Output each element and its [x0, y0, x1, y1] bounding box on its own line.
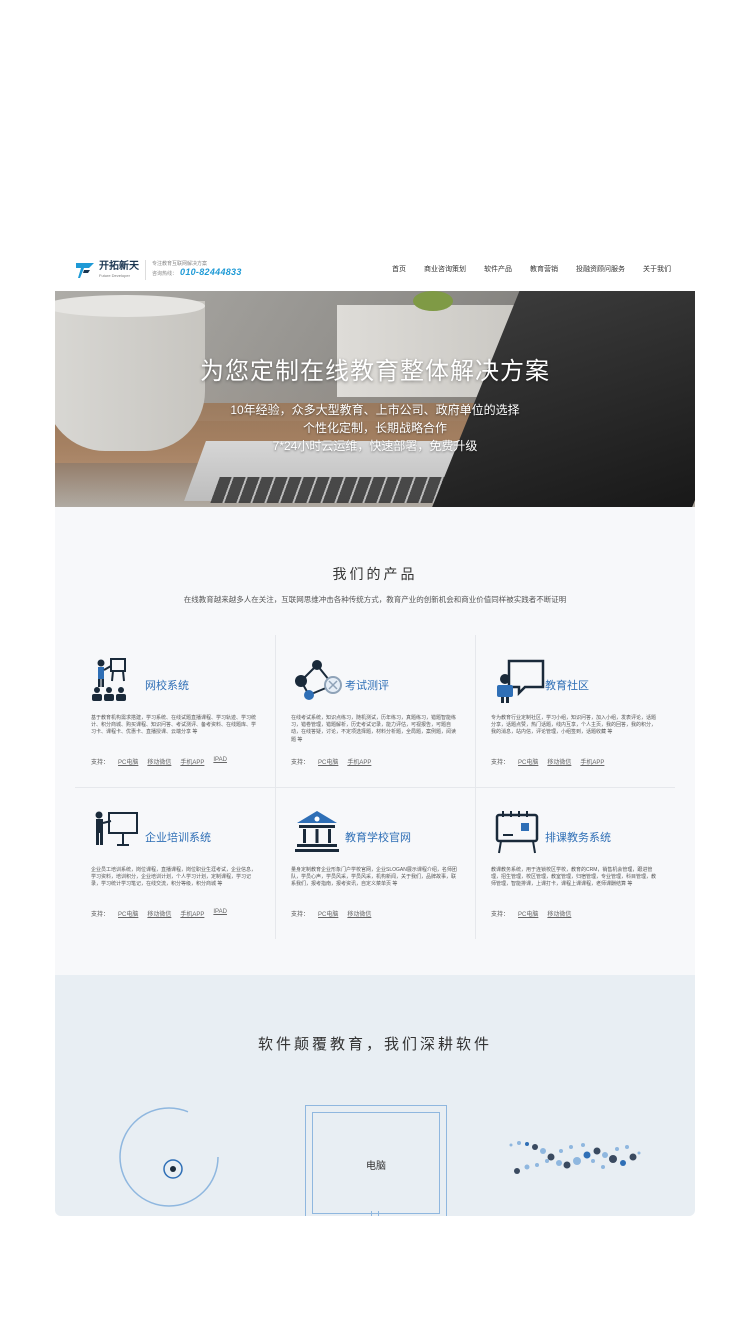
product-support: 支持： PC电脑 移动微信 手机APP — [491, 757, 604, 766]
teacher-chat-icon — [491, 657, 547, 705]
products-title: 我们的产品 — [332, 566, 418, 582]
monitor-graphic: 电脑 — [305, 1105, 447, 1216]
platform-link[interactable]: 移动微信 — [347, 909, 371, 918]
product-desc: 专为教育行业定制社区，学习小组，知识问答，加入小组，发表评论，话题分享，话题点赞… — [491, 715, 657, 736]
product-desc: 基于教育机构需求搭建，学习系统、在线试题直播课程、学习轨迹、学习统计、积分商城、… — [91, 715, 257, 736]
product-support: 支持： PC电脑 移动微信 手机APP IPAD — [91, 757, 227, 766]
hero-line: 7*24小时云运维，快速部署，免费升级 — [272, 439, 478, 453]
product-card-online-school[interactable]: 网校系统 基于教育机构需求搭建，学习系统、在线试题直播课程、学习轨迹、学习统计、… — [75, 635, 275, 787]
support-label: 支持： — [491, 912, 510, 918]
hero-line: 个性化定制，长期战略合作 — [302, 421, 447, 435]
logo[interactable]: 开拓新天 Future Developer 专注教育互联网解决方案 咨询热线： … — [75, 256, 242, 284]
platform-link[interactable]: 手机APP — [580, 757, 604, 766]
nav-item-consulting[interactable]: 商业咨询策划 — [424, 264, 466, 274]
classroom-icon — [91, 657, 147, 705]
site-header: 开拓新天 Future Developer 专注教育互联网解决方案 咨询热线： … — [55, 250, 695, 291]
products-subtitle: 在线教育越来越多人在关注，互联网思维冲击各种传统方式，教育产业的创新机会和商业价… — [183, 595, 567, 604]
hero-plant-image — [413, 291, 453, 311]
dna-helix-graphic-icon — [507, 1135, 647, 1179]
product-desc: 企业员工培训系统，岗位课程，直播课程，岗位职业生涯考试，企业信息，学习资料，培训… — [91, 867, 257, 888]
network-icon — [291, 657, 347, 705]
platform-link[interactable]: IPAD — [213, 909, 227, 918]
product-name[interactable]: 网校系统 — [145, 677, 189, 693]
platform-link[interactable]: 手机APP — [347, 757, 371, 766]
presenter-icon — [91, 809, 147, 857]
platform-link[interactable]: PC电脑 — [518, 757, 538, 766]
nav-item-marketing[interactable]: 教育营销 — [530, 264, 558, 274]
products-grid: 网校系统 基于教育机构需求搭建，学习系统、在线试题直播课程、学习轨迹、学习统计、… — [75, 635, 675, 939]
products-section: 我们的产品 在线教育越来越多人在关注，互联网思维冲击各种传统方式，教育产业的创新… — [55, 507, 695, 975]
schedule-board-icon — [491, 809, 547, 857]
platform-link[interactable]: 移动微信 — [147, 757, 171, 766]
product-name[interactable]: 排课教务系统 — [545, 829, 611, 845]
product-support: 支持： PC电脑 移动微信 手机APP IPAD — [91, 909, 227, 918]
product-desc: 在线考试系统，知识点练习，随机测试，历年练习，真题练习，错题智能练习，错卷管理，… — [291, 715, 457, 743]
platform-link[interactable]: PC电脑 — [118, 757, 138, 766]
product-name[interactable]: 企业培训系统 — [145, 829, 211, 845]
platform-link[interactable]: 移动微信 — [547, 909, 571, 918]
support-label: 支持： — [91, 760, 110, 766]
nav-item-software[interactable]: 软件产品 — [484, 264, 512, 274]
platform-link[interactable]: 移动微信 — [147, 909, 171, 918]
platform-link[interactable]: PC电脑 — [518, 909, 538, 918]
platform-link[interactable]: 手机APP — [180, 909, 204, 918]
platform-link[interactable]: PC电脑 — [318, 909, 338, 918]
monitor-label: 电脑 — [366, 1161, 386, 1172]
platform-link[interactable]: PC电脑 — [318, 757, 338, 766]
logo-name: 开拓新天 — [99, 261, 139, 272]
school-icon — [291, 809, 347, 857]
hero-title: 为您定制在线教育整体解决方案 — [200, 358, 550, 385]
software-section: 软件颠覆教育，我们深耕软件 电脑 — [55, 975, 695, 1216]
product-support: 支持： PC电脑 移动微信 — [491, 909, 571, 918]
main-nav: 首页 商业咨询策划 软件产品 教育营销 投融资顾问服务 关于我们 — [392, 264, 671, 274]
hero-line: 10年经验，众多大型教育、上市公司、政府单位的选择 — [230, 403, 520, 417]
nav-item-home[interactable]: 首页 — [392, 264, 406, 274]
nav-item-about[interactable]: 关于我们 — [643, 264, 671, 274]
logo-divider — [145, 260, 146, 280]
product-desc: 教课教务系统，用于连锁校区学校，教育的CRM，销售机会管理，跟进管理，招生管理，… — [491, 867, 657, 888]
support-label: 支持： — [291, 912, 310, 918]
disc-graphic-icon — [117, 1105, 221, 1209]
platform-link[interactable]: 移动微信 — [547, 757, 571, 766]
nav-item-investment[interactable]: 投融资顾问服务 — [576, 264, 625, 274]
product-card-scheduling[interactable]: 排课教务系统 教课教务系统，用于连锁校区学校，教育的CRM，销售机会管理，跟进管… — [475, 787, 675, 939]
page-card: 开拓新天 Future Developer 专注教育互联网解决方案 咨询热线： … — [55, 250, 695, 1216]
monitor-stand — [371, 1211, 379, 1216]
support-label: 支持： — [491, 760, 510, 766]
logo-subname: Future Developer — [99, 273, 130, 278]
product-card-community[interactable]: 教育社区 专为教育行业定制社区，学习小组，知识问答，加入小组，发表评论，话题分享… — [475, 635, 675, 787]
product-desc: 量身定制教育企业形象门户学校官网，企业SLOGAN展示课程介绍，名师团队，学员心… — [291, 867, 457, 888]
phone-number: 010-82444833 — [180, 266, 242, 277]
product-card-exam[interactable]: 考试测评 在线考试系统，知识点练习，随机测试，历年练习，真题练习，错题智能练习，… — [275, 635, 475, 787]
product-name[interactable]: 考试测评 — [345, 677, 389, 693]
product-support: 支持： PC电脑 手机APP — [291, 757, 371, 766]
platform-link[interactable]: PC电脑 — [118, 909, 138, 918]
phone-label: 咨询热线： — [152, 270, 178, 277]
support-label: 支持： — [291, 760, 310, 766]
platform-link[interactable]: 手机APP — [180, 757, 204, 766]
product-card-enterprise-training[interactable]: 企业培训系统 企业员工培训系统，岗位课程，直播课程，岗位职业生涯考试，企业信息，… — [75, 787, 275, 939]
logo-mark-icon — [75, 260, 95, 280]
product-name[interactable]: 教育社区 — [545, 677, 589, 693]
support-label: 支持： — [91, 912, 110, 918]
hero-lines: 10年经验，众多大型教育、上市公司、政府单位的选择 个性化定制，长期战略合作 7… — [55, 401, 695, 455]
platform-link[interactable]: IPAD — [213, 757, 227, 766]
product-name[interactable]: 教育学校官网 — [345, 829, 411, 845]
software-section-title: 软件颠覆教育，我们深耕软件 — [257, 1036, 492, 1053]
monitor-screen: 电脑 — [312, 1112, 440, 1214]
product-support: 支持： PC电脑 移动微信 — [291, 909, 371, 918]
product-card-school-website[interactable]: 教育学校官网 量身定制教育企业形象门户学校官网，企业SLOGAN展示课程介绍，名… — [275, 787, 475, 939]
hero-banner: 为您定制在线教育整体解决方案 10年经验，众多大型教育、上市公司、政府单位的选择… — [55, 291, 695, 507]
